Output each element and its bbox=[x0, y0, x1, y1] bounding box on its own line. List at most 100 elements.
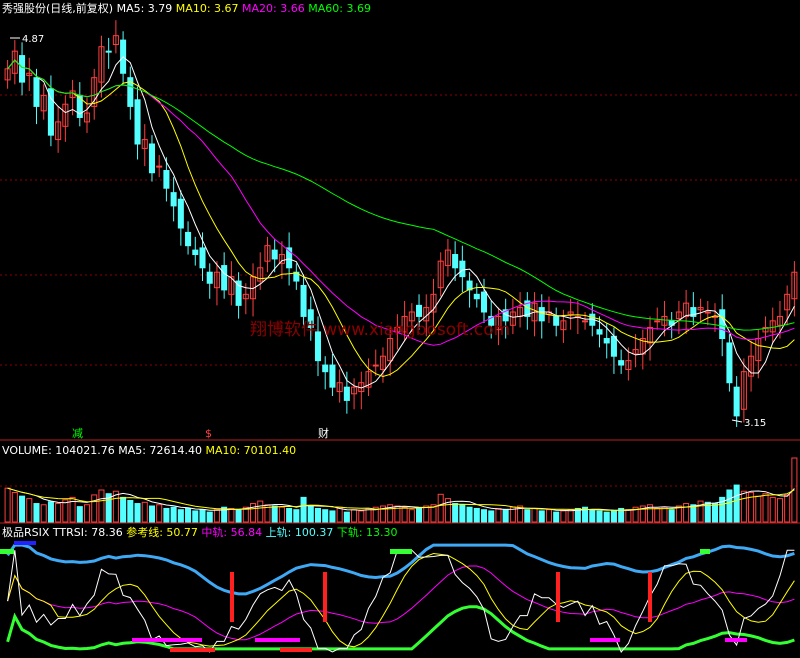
volume-bar bbox=[596, 510, 603, 523]
candle-body bbox=[47, 88, 54, 136]
volume-bar bbox=[134, 503, 141, 523]
candle-body bbox=[538, 307, 545, 322]
volume-bar bbox=[545, 509, 552, 523]
candle-body bbox=[163, 170, 170, 189]
volume-bar bbox=[351, 509, 358, 523]
candle-body bbox=[235, 280, 242, 306]
indicator-label: 下轨: 13.30 bbox=[333, 525, 397, 539]
candle-body bbox=[480, 291, 488, 313]
price-panel-header: 秀强股份(日线,前复权) MA5: 3.79 MA10: 3.67 MA20: … bbox=[2, 1, 371, 15]
volume-bar bbox=[192, 510, 199, 523]
candle-body bbox=[473, 293, 480, 300]
grid-lines bbox=[0, 94, 800, 524]
volume-bar bbox=[322, 509, 329, 523]
indicator-label: MA60: 3.69 bbox=[305, 2, 371, 15]
low-zone-marker bbox=[132, 638, 202, 642]
ttrsi-line bbox=[7, 549, 795, 653]
indicator-label: MA10: 3.67 bbox=[172, 2, 238, 15]
middle-band-line bbox=[7, 565, 795, 641]
volume-bar bbox=[336, 506, 343, 523]
candle-body bbox=[322, 364, 329, 373]
candle-body bbox=[603, 338, 610, 344]
candle-body bbox=[148, 143, 155, 174]
volume-bar bbox=[156, 504, 163, 523]
volume-bar bbox=[553, 511, 560, 523]
volume-bar bbox=[401, 506, 408, 523]
candle-body bbox=[177, 198, 184, 229]
candle-body bbox=[192, 249, 199, 256]
low-zone-marker bbox=[280, 648, 312, 652]
volume-bar bbox=[127, 499, 134, 523]
volume-bar bbox=[55, 503, 62, 523]
candle-body bbox=[416, 304, 423, 317]
candle-body bbox=[654, 320, 661, 323]
volume-bar bbox=[711, 503, 719, 523]
volume-bar bbox=[83, 504, 91, 523]
volume-bar bbox=[278, 506, 285, 523]
volume-bar bbox=[170, 506, 177, 523]
volume-bar bbox=[538, 510, 545, 523]
volume-bar bbox=[495, 507, 502, 523]
high-zone-marker bbox=[0, 549, 14, 554]
lower-band-line bbox=[6, 605, 795, 651]
ma20-line bbox=[7, 59, 795, 346]
volume-bar bbox=[76, 506, 83, 523]
volume-bar bbox=[437, 493, 444, 523]
volume-bar bbox=[257, 500, 264, 523]
volume-bar bbox=[423, 505, 430, 523]
candle-body bbox=[329, 364, 336, 388]
ma60-line bbox=[7, 59, 795, 331]
indicator-label: TTRSI: 78.36 bbox=[49, 526, 122, 539]
volume-bar bbox=[177, 509, 184, 523]
volume-bar bbox=[567, 509, 574, 523]
candle-body bbox=[185, 231, 192, 247]
volume-bar bbox=[33, 503, 40, 523]
volume-bar bbox=[610, 510, 617, 523]
candle-body bbox=[19, 55, 26, 83]
candle-body bbox=[582, 320, 589, 323]
candle-body bbox=[170, 192, 177, 207]
indicator-label: MA20: 3.66 bbox=[239, 2, 305, 15]
low-zone-marker bbox=[170, 648, 215, 652]
volume-bar bbox=[307, 505, 314, 523]
high-zone-marker bbox=[390, 549, 412, 554]
volume-bar bbox=[769, 496, 776, 523]
candle-body bbox=[271, 249, 278, 260]
volume-bar bbox=[603, 511, 610, 523]
high-zone-marker bbox=[14, 541, 36, 545]
volume-bar bbox=[358, 510, 365, 523]
volume-bar bbox=[148, 505, 155, 523]
rsi-panel-header: 极品RSIX TTRSI: 78.36 参考线: 50.77 中轨: 56.84… bbox=[2, 525, 398, 539]
volume-bar bbox=[4, 487, 11, 523]
event-marker-cai[interactable]: 财 bbox=[318, 426, 329, 440]
volume-bar bbox=[502, 509, 509, 523]
volume-bar bbox=[141, 501, 148, 523]
stock-title: 秀强股份(日线,前复权) bbox=[2, 1, 113, 15]
volume-bar bbox=[524, 509, 531, 523]
volume-bar bbox=[416, 507, 423, 523]
indicator-label: 中轨: 56.84 bbox=[198, 525, 262, 539]
candle-body bbox=[596, 329, 603, 335]
volume-bar bbox=[466, 506, 473, 523]
volume-bar bbox=[286, 507, 293, 523]
volume-bar bbox=[661, 506, 668, 523]
volume-bar bbox=[625, 509, 632, 523]
candle-body bbox=[719, 309, 726, 340]
volume-bars bbox=[4, 457, 798, 523]
indicator-label: 上轨: 100.37 bbox=[262, 525, 333, 539]
volume-bar bbox=[726, 489, 733, 523]
watermark: 翔博软件 www.xiangbosoft.com bbox=[250, 320, 510, 340]
volume-panel-header: VOLUME: 104021.76 MA5: 72614.40 MA10: 70… bbox=[2, 444, 296, 457]
volume-bar bbox=[459, 504, 466, 523]
volume-bar bbox=[668, 509, 675, 523]
volume-bar bbox=[40, 504, 47, 523]
candle-body bbox=[343, 386, 350, 401]
candle-body bbox=[452, 254, 459, 269]
high-zone-marker bbox=[700, 549, 710, 554]
event-marker-jian[interactable]: 减 bbox=[72, 427, 83, 440]
event-marker-dollar[interactable]: $ bbox=[205, 427, 212, 440]
candle-body bbox=[704, 311, 711, 314]
volume-bar bbox=[26, 498, 33, 523]
reference-line bbox=[7, 552, 795, 648]
volume-bar bbox=[91, 494, 98, 523]
